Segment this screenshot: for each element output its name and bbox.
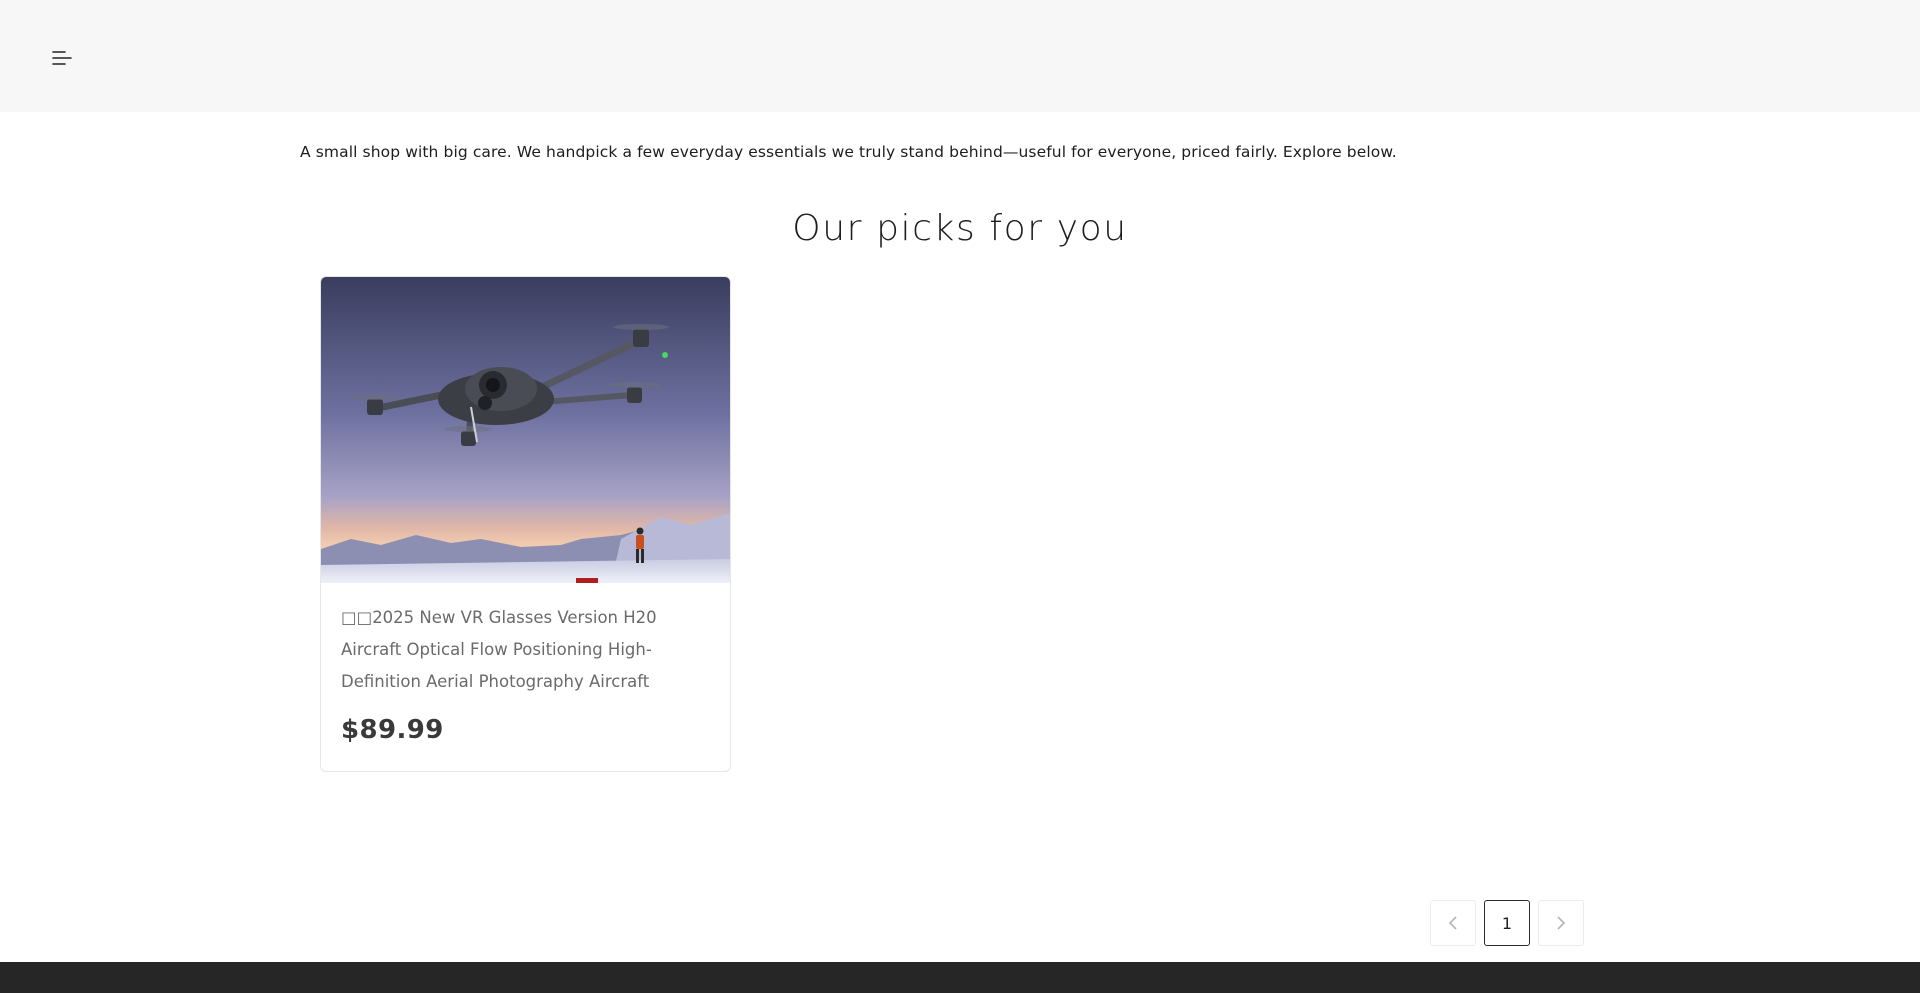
site-footer [0, 962, 1920, 993]
product-image[interactable] [321, 277, 730, 583]
product-price: $89.99 [341, 715, 444, 745]
product-name[interactable]: □□2025 New VR Glasses Version H20 Aircra… [341, 602, 716, 698]
product-name-prefix: □□ [341, 608, 373, 627]
menu-button[interactable] [44, 40, 80, 76]
site-header [0, 0, 1920, 112]
chevron-right-icon [1557, 916, 1566, 930]
menu-icon [52, 51, 72, 65]
pagination-prev-button[interactable] [1430, 900, 1476, 946]
section-title: Our picks for you [792, 208, 1128, 249]
pagination-next-button[interactable] [1538, 900, 1584, 946]
chevron-left-icon [1448, 916, 1457, 930]
product-name-text: 2025 New VR Glasses Version H20 Aircraft… [341, 608, 657, 691]
intro-text: A small shop with big care. We handpick … [300, 143, 1397, 161]
product-card[interactable]: □□2025 New VR Glasses Version H20 Aircra… [320, 276, 731, 772]
pagination-page-1[interactable]: 1 [1484, 900, 1530, 946]
